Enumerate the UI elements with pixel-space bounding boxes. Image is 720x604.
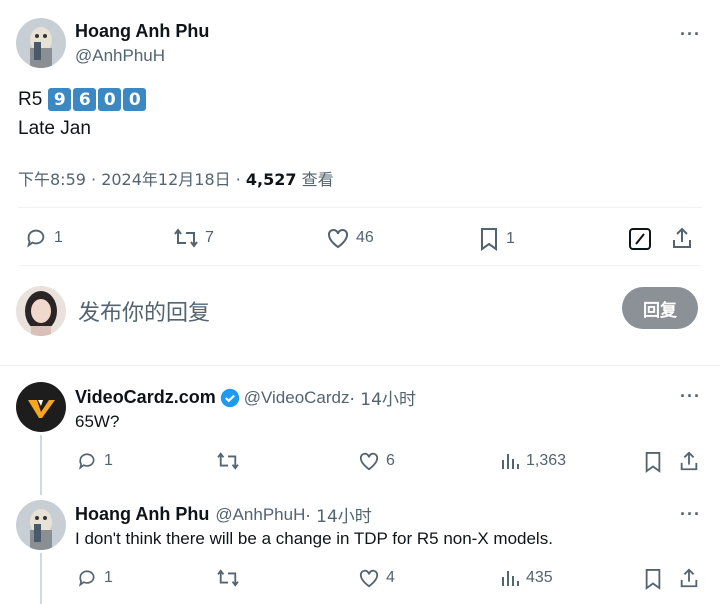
share-icon[interactable]	[670, 226, 694, 255]
heart-icon	[328, 228, 348, 249]
views-action[interactable]: 435	[500, 568, 553, 588]
retweet-action[interactable]	[216, 568, 246, 588]
reply-author-name[interactable]: Hoang Anh Phu	[75, 504, 209, 525]
reply-header: Hoang Anh Phu @AnhPhuH · 14小时	[75, 502, 372, 527]
reply-action[interactable]: 1	[24, 227, 63, 249]
retweet-action[interactable]	[216, 451, 246, 471]
heart-icon	[359, 569, 379, 588]
more-horizontal-icon[interactable]: ···	[680, 24, 701, 45]
bookmark-icon[interactable]	[643, 568, 663, 595]
like-count: 6	[386, 452, 395, 469]
keycap-digit: 9	[48, 88, 72, 111]
user-avatar[interactable]	[16, 286, 66, 336]
reply-author-avatar[interactable]	[16, 500, 66, 550]
views-chart-icon	[502, 571, 519, 586]
more-horizontal-icon[interactable]: ···	[680, 504, 701, 525]
share-icon[interactable]	[678, 567, 700, 594]
reply-count: 1	[54, 229, 63, 246]
like-count: 4	[386, 569, 395, 586]
reply-icon	[78, 453, 95, 470]
reply-header: VideoCardz.com @VideoCardz · 14小时	[75, 385, 416, 410]
divider	[0, 365, 720, 366]
divider	[18, 265, 702, 266]
reply-text: 65W?	[75, 412, 120, 431]
like-count: 46	[356, 229, 374, 246]
reply-text: I don't think there will be a change in …	[75, 529, 553, 548]
tweet-text-line2: Late Jan	[18, 118, 91, 139]
bookmark-icon	[481, 228, 497, 251]
like-action[interactable]: 6	[358, 451, 395, 471]
tweet-text-line1: R5 9 6 0 0	[18, 88, 148, 111]
like-action[interactable]: 46	[326, 227, 374, 249]
reply-time[interactable]: · 14小时	[305, 502, 371, 527]
reply-author-name[interactable]: VideoCardz.com	[75, 387, 216, 408]
reply-count: 1	[104, 569, 113, 586]
bookmark-icon[interactable]	[643, 451, 663, 478]
bookmark-action[interactable]: 1	[478, 227, 515, 251]
author-avatar[interactable]	[16, 18, 66, 68]
heart-icon	[359, 452, 379, 471]
reply-icon	[27, 229, 45, 248]
bookmark-count: 1	[506, 230, 515, 247]
reply-button[interactable]: 回复	[622, 287, 698, 329]
reply-icon	[78, 570, 95, 587]
verified-badge-icon	[220, 388, 239, 407]
reply-author-avatar[interactable]	[16, 382, 66, 432]
retweet-icon	[174, 228, 198, 248]
retweet-icon	[217, 452, 239, 470]
author-name[interactable]: Hoang Anh Phu	[75, 21, 209, 42]
views-action[interactable]: 1,363	[500, 451, 566, 471]
keycap-digit: 0	[123, 88, 147, 111]
more-horizontal-icon[interactable]: ···	[680, 386, 701, 407]
keycap-digit: 6	[73, 88, 97, 111]
author-handle[interactable]: @AnhPhuH	[75, 46, 165, 66]
reply-author-handle[interactable]: @AnhPhuH	[215, 505, 305, 525]
thread-line	[40, 435, 42, 495]
like-action[interactable]: 4	[358, 568, 395, 588]
thread-line	[40, 553, 42, 604]
view-count: 435	[526, 569, 553, 586]
reply-count: 1	[104, 452, 113, 469]
retweet-icon	[217, 569, 239, 587]
tweet-timestamp[interactable]: 下午8:59 · 2024年12月18日 ·	[18, 170, 246, 189]
view-label: 查看	[296, 170, 334, 189]
reply-action[interactable]: 1	[76, 451, 113, 471]
tweet-text-prefix: R5	[18, 88, 43, 110]
view-count: 4,527	[245, 170, 297, 189]
views-chart-icon	[502, 454, 519, 469]
reply-author-handle[interactable]: @VideoCardz	[244, 388, 350, 408]
reply-action[interactable]: 1	[76, 568, 113, 588]
keycap-digit: 0	[98, 88, 122, 111]
retweet-action[interactable]: 7	[173, 227, 214, 249]
reply-time[interactable]: · 14小时	[350, 385, 416, 410]
grok-edit-icon[interactable]	[628, 227, 652, 256]
share-icon[interactable]	[678, 450, 700, 477]
view-count: 1,363	[526, 452, 567, 469]
divider	[18, 207, 702, 208]
reply-input[interactable]: 发布你的回复	[78, 295, 210, 327]
retweet-count: 7	[205, 229, 214, 246]
tweet-meta: 下午8:59 · 2024年12月18日 · 4,527 查看	[18, 166, 334, 190]
